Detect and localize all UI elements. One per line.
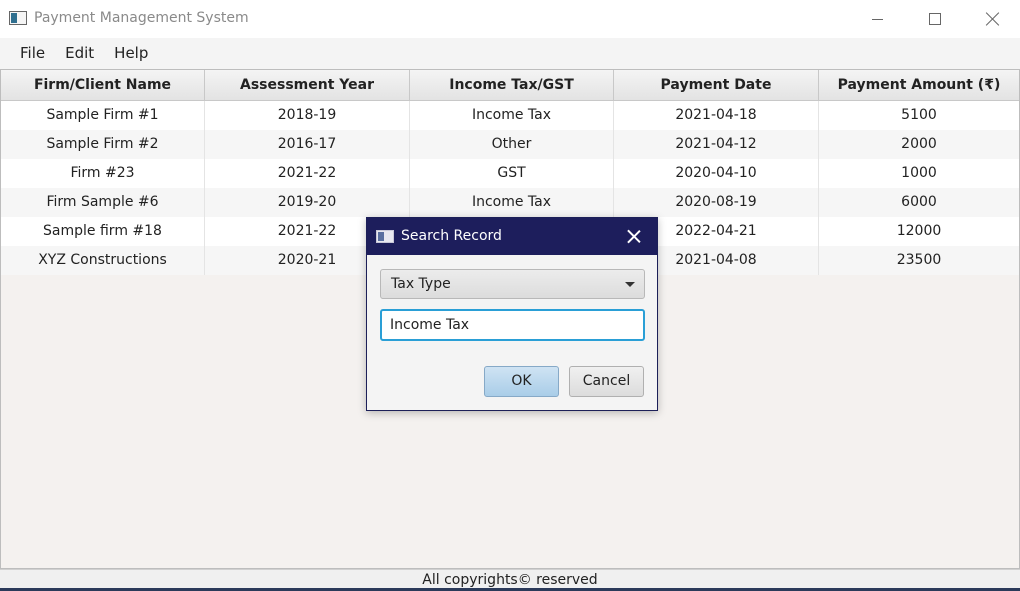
menu-edit[interactable]: Edit — [55, 38, 104, 69]
chevron-down-icon — [625, 282, 635, 287]
menu-file[interactable]: File — [10, 38, 55, 69]
column-header-firm[interactable]: Firm/Client Name — [1, 70, 205, 101]
search-record-dialog: Search Record Tax Type OK Cancel — [366, 217, 658, 411]
close-icon — [986, 12, 1000, 26]
table-row[interactable]: Firm Sample #6 2019-20 Income Tax 2020-0… — [1, 188, 1019, 217]
cell-assessment-year: 2016-17 — [205, 130, 410, 159]
cell-payment-amount: 12000 — [896, 223, 942, 239]
table-header: Firm/Client Name Assessment Year Income … — [1, 70, 1019, 101]
table-row[interactable]: Sample Firm #2 2016-17 Other 2021-04-12 … — [1, 130, 1019, 159]
dialog-title-bar[interactable]: Search Record — [367, 218, 657, 255]
menu-bar: File Edit Help — [0, 38, 1020, 69]
title-bar: Payment Management System — [0, 0, 1020, 38]
cell-tax-type: GST — [410, 159, 614, 188]
cell-tax-type: Income Tax — [410, 188, 614, 217]
cell-payment-date: 2020-08-19 — [614, 188, 819, 217]
dialog-title: Search Record — [401, 228, 502, 244]
window-title: Payment Management System — [34, 10, 249, 26]
table-row[interactable]: Firm #23 2021-22 GST 2020-04-10 1000 — [1, 159, 1019, 188]
table-row[interactable]: Sample Firm #1 2018-19 Income Tax 2021-0… — [1, 101, 1019, 130]
search-value-input[interactable] — [380, 309, 645, 341]
menu-help[interactable]: Help — [104, 38, 158, 69]
cell-payment-amount: 23500 — [896, 252, 942, 268]
cell-payment-amount: 5100 — [901, 107, 937, 123]
cell-assessment-year: 2021-22 — [205, 159, 410, 188]
app-window-icon — [9, 11, 27, 25]
cell-firm: Sample Firm #1 — [1, 101, 205, 130]
cell-firm: Sample firm #18 — [1, 217, 205, 246]
maximize-button[interactable] — [906, 0, 964, 38]
minimize-button[interactable] — [848, 0, 906, 38]
cancel-button[interactable]: Cancel — [569, 366, 644, 397]
cell-payment-date: 2020-04-10 — [614, 159, 819, 188]
cell-firm: Firm #23 — [1, 159, 205, 188]
cell-assessment-year: 2019-20 — [205, 188, 410, 217]
cell-tax-type: Other — [410, 130, 614, 159]
cell-firm: Firm Sample #6 — [1, 188, 205, 217]
cell-payment-date: 2021-04-18 — [614, 101, 819, 130]
ok-button[interactable]: OK — [484, 366, 559, 397]
column-header-payment-amount[interactable]: Payment Amount (₹) — [819, 70, 1019, 101]
column-header-tax-type[interactable]: Income Tax/GST — [410, 70, 614, 101]
maximize-icon — [929, 13, 941, 25]
column-header-assessment-year[interactable]: Assessment Year — [205, 70, 410, 101]
cell-payment-amount: 1000 — [901, 165, 937, 181]
dialog-window-icon — [376, 230, 394, 243]
minimize-icon — [871, 18, 883, 20]
search-field-dropdown[interactable]: Tax Type — [380, 269, 645, 299]
cell-tax-type: Income Tax — [410, 101, 614, 130]
cell-payment-amount: 6000 — [901, 194, 937, 210]
cell-payment-date: 2021-04-12 — [614, 130, 819, 159]
dialog-close-icon[interactable] — [625, 228, 643, 246]
cell-payment-amount: 2000 — [901, 136, 937, 152]
cell-firm: XYZ Constructions — [1, 246, 205, 275]
column-header-payment-date[interactable]: Payment Date — [614, 70, 819, 101]
cell-assessment-year: 2018-19 — [205, 101, 410, 130]
cell-firm: Sample Firm #2 — [1, 130, 205, 159]
dropdown-selected-value: Tax Type — [391, 276, 451, 292]
close-button[interactable] — [964, 0, 1020, 38]
